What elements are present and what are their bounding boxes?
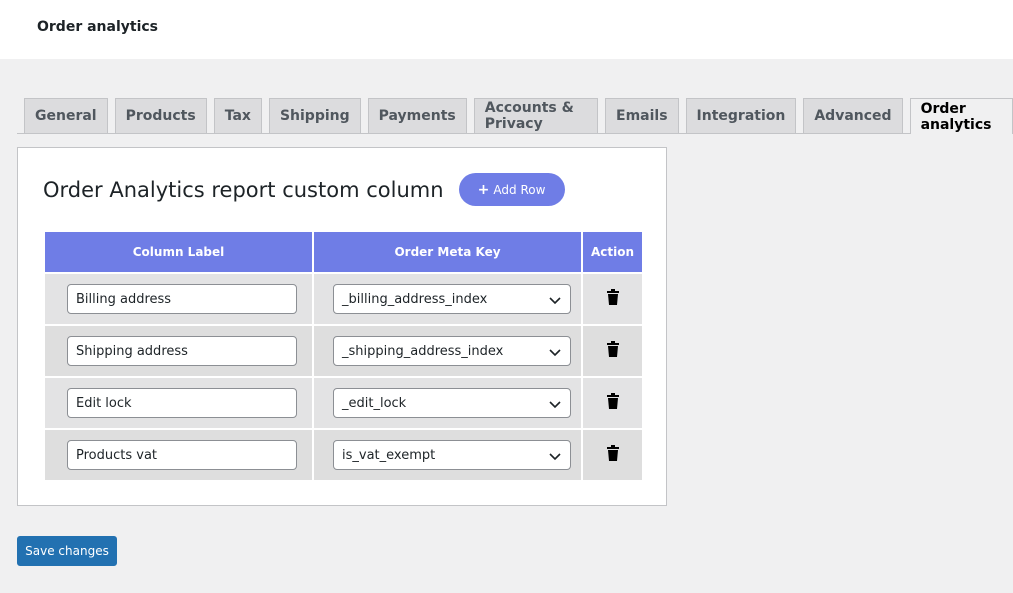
tab-advanced[interactable]: Advanced [803,98,903,133]
column-header-label: Column Label [45,232,312,272]
column-header-action: Action [583,232,642,272]
meta-key-select[interactable]: _shipping_address_index [333,336,571,366]
tab-accounts-privacy[interactable]: Accounts & Privacy [473,98,598,133]
column-label-input[interactable] [67,440,297,470]
meta-key-value: _shipping_address_index [342,343,504,359]
settings-tabs: General Products Tax Shipping Payments A… [24,98,1013,134]
table-row: _billing_address_index [45,274,642,324]
meta-key-select[interactable]: _edit_lock [333,388,571,418]
chevron-down-icon [549,297,561,305]
page-title: Order analytics [37,19,159,35]
column-label-input[interactable] [67,388,297,418]
trash-icon[interactable] [606,445,620,461]
tab-shipping[interactable]: Shipping [268,98,361,133]
meta-key-select[interactable]: is_vat_exempt [333,440,571,470]
tab-emails[interactable]: Emails [605,98,679,133]
column-label-input[interactable] [67,284,297,314]
tab-integration[interactable]: Integration [685,98,797,133]
save-changes-button[interactable]: Save changes [17,536,117,566]
add-row-button[interactable]: + Add Row [458,173,565,206]
table-header-row: Column Label Order Meta Key Action [45,232,642,272]
tab-tax[interactable]: Tax [213,98,262,133]
meta-key-value: _billing_address_index [342,291,488,307]
tab-payments[interactable]: Payments [367,98,467,133]
chevron-down-icon [549,401,561,409]
tab-general[interactable]: General [24,98,108,133]
meta-key-select[interactable]: _billing_address_index [333,284,571,314]
tab-products[interactable]: Products [114,98,207,133]
column-label-input[interactable] [67,336,297,366]
meta-key-value: is_vat_exempt [342,447,436,463]
table-row: is_vat_exempt [45,430,642,480]
plus-icon: + [477,181,490,198]
top-header: Order analytics [0,0,1013,59]
table-row: _shipping_address_index [45,326,642,376]
table-row: _edit_lock [45,378,642,428]
tab-order-analytics[interactable]: Order analytics [909,98,1013,134]
trash-icon[interactable] [606,341,620,357]
column-header-meta-key: Order Meta Key [314,232,581,272]
custom-column-table: Column Label Order Meta Key Action _bill… [43,230,644,482]
chevron-down-icon [549,349,561,357]
trash-icon[interactable] [606,289,620,305]
trash-icon[interactable] [606,393,620,409]
add-row-label: Add Row [493,182,546,197]
panel-title: Order Analytics report custom column [43,177,444,202]
panel-header: Order Analytics report custom column + A… [43,173,565,206]
custom-column-panel: Order Analytics report custom column + A… [17,147,667,506]
meta-key-value: _edit_lock [342,395,407,411]
chevron-down-icon [549,453,561,461]
